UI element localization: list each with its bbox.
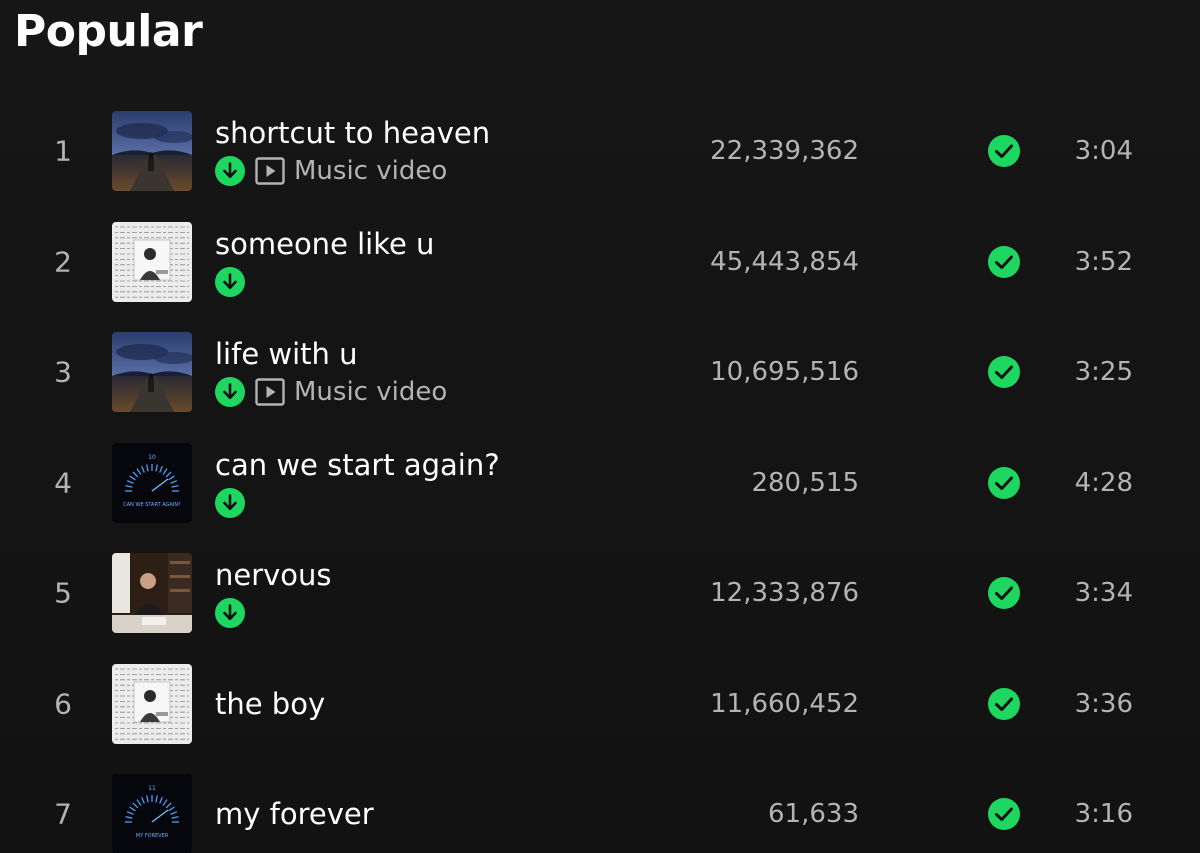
saved-check-icon[interactable] <box>987 687 1021 721</box>
track-subline: Music video <box>215 155 490 187</box>
track-duration: 3:34 <box>1074 578 1133 609</box>
album-cover[interactable] <box>112 553 192 634</box>
saved-check-icon[interactable] <box>987 797 1021 831</box>
album-cover[interactable]: 11 MY FOREVER <box>112 774 192 853</box>
track-row-3[interactable]: 3 life with u Music video 10,695,516 3:2… <box>0 317 1200 428</box>
svg-text:MY FOREVER: MY FOREVER <box>136 833 169 839</box>
track-duration: 3:52 <box>1074 246 1133 277</box>
play-count: 22,339,362 <box>710 136 859 167</box>
track-info: someone like u <box>215 226 434 298</box>
svg-text:10: 10 <box>148 454 156 461</box>
album-cover[interactable] <box>112 111 192 192</box>
track-subline: Music video <box>215 376 447 408</box>
album-cover[interactable] <box>112 332 192 413</box>
track-row-2[interactable]: 2 someone like u 45,443,854 3:52 <box>0 207 1200 318</box>
saved-check-icon[interactable] <box>987 245 1021 279</box>
album-cover[interactable] <box>112 663 192 744</box>
track-row-1[interactable]: 1 shortcut to heaven Music video 22,339,… <box>0 96 1200 207</box>
track-number: 2 <box>54 245 72 279</box>
track-subline <box>215 487 500 519</box>
svg-text:CAN WE START AGAIN?: CAN WE START AGAIN? <box>123 502 181 508</box>
downloaded-icon <box>215 156 245 187</box>
downloaded-icon <box>215 266 245 297</box>
track-duration: 3:25 <box>1074 357 1133 388</box>
music-video-label[interactable]: Music video <box>294 377 447 407</box>
track-number: 3 <box>54 355 72 389</box>
downloaded-icon <box>215 487 245 518</box>
track-number: 4 <box>54 466 72 500</box>
popular-tracks-panel: Popular 1 shortcut to heaven Music video… <box>0 0 1200 853</box>
album-cover[interactable]: 10 CAN WE START AGAIN? <box>112 442 192 523</box>
track-number: 5 <box>54 576 72 610</box>
track-number: 6 <box>54 687 72 721</box>
album-cover[interactable] <box>112 221 192 302</box>
section-title: Popular <box>14 6 203 57</box>
track-info: the boy <box>215 686 325 722</box>
svg-text:11: 11 <box>148 785 156 792</box>
music-video-icon[interactable] <box>255 378 285 406</box>
track-title[interactable]: my forever <box>215 796 374 832</box>
track-title[interactable]: life with u <box>215 336 447 372</box>
play-count: 45,443,854 <box>710 246 859 277</box>
track-info: shortcut to heaven Music video <box>215 115 490 187</box>
track-row-5[interactable]: 5 nervous 12,333,876 3:34 <box>0 538 1200 649</box>
track-subline <box>215 597 332 629</box>
track-title[interactable]: shortcut to heaven <box>215 115 490 151</box>
track-row-4[interactable]: 4 10 CAN WE START AGAIN? can we start aga… <box>0 428 1200 539</box>
track-duration: 3:16 <box>1074 799 1133 830</box>
downloaded-icon <box>215 598 245 629</box>
track-subline <box>215 266 434 298</box>
track-duration: 3:04 <box>1074 136 1133 167</box>
track-info: my forever <box>215 796 374 832</box>
track-duration: 3:36 <box>1074 688 1133 719</box>
play-count: 280,515 <box>751 467 859 498</box>
saved-check-icon[interactable] <box>987 466 1021 500</box>
track-list: 1 shortcut to heaven Music video 22,339,… <box>0 96 1200 853</box>
track-title[interactable]: the boy <box>215 686 325 722</box>
saved-check-icon[interactable] <box>987 134 1021 168</box>
play-count: 61,633 <box>768 799 859 830</box>
play-count: 11,660,452 <box>710 688 859 719</box>
track-row-6[interactable]: 6 the boy 11,660,452 3:36 <box>0 649 1200 760</box>
play-count: 10,695,516 <box>710 357 859 388</box>
track-duration: 4:28 <box>1074 467 1133 498</box>
track-title[interactable]: someone like u <box>215 226 434 262</box>
track-number: 7 <box>54 797 72 831</box>
track-title[interactable]: nervous <box>215 557 332 593</box>
track-info: nervous <box>215 557 332 629</box>
track-row-7[interactable]: 7 11 MY FOREVER my forever 61,633 3:16 <box>0 759 1200 853</box>
track-number: 1 <box>54 134 72 168</box>
saved-check-icon[interactable] <box>987 576 1021 610</box>
track-info: can we start again? <box>215 447 500 519</box>
track-info: life with u Music video <box>215 336 447 408</box>
play-count: 12,333,876 <box>710 578 859 609</box>
music-video-icon[interactable] <box>255 157 285 185</box>
track-title[interactable]: can we start again? <box>215 447 500 483</box>
music-video-label[interactable]: Music video <box>294 156 447 186</box>
downloaded-icon <box>215 377 245 408</box>
saved-check-icon[interactable] <box>987 355 1021 389</box>
